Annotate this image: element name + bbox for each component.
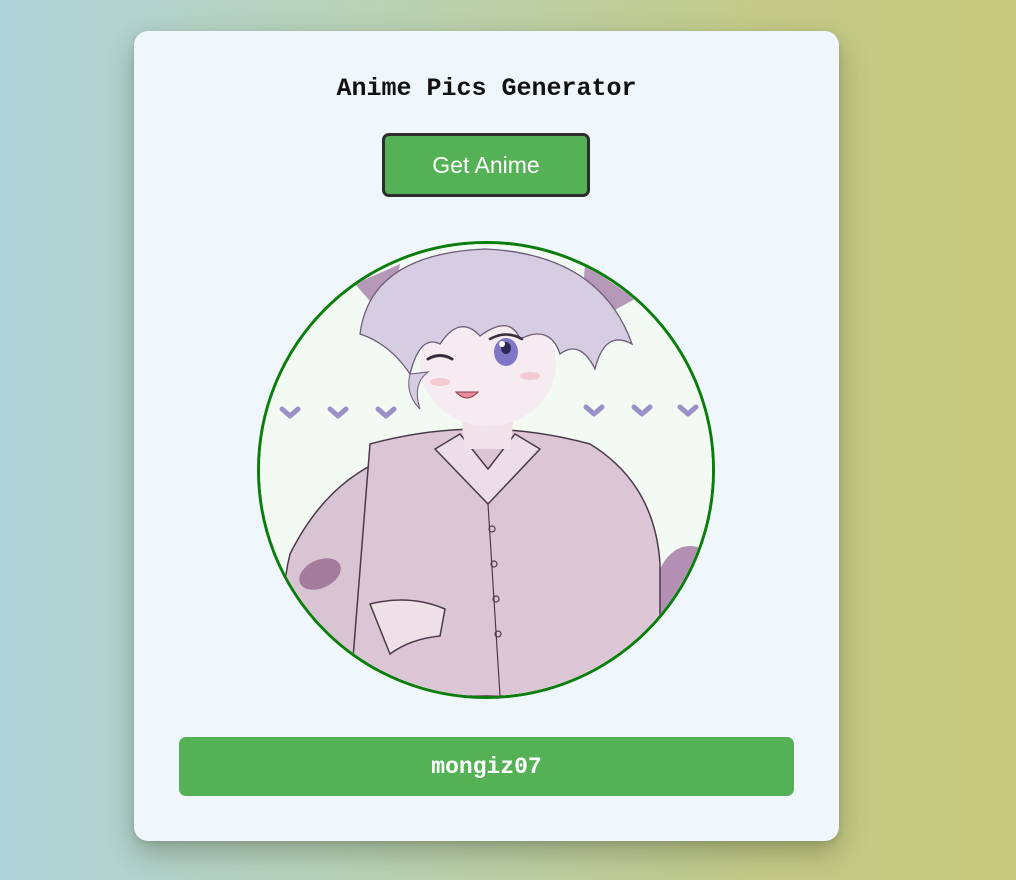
- generator-card: Anime Pics Generator Get Anime mongiz07: [134, 31, 839, 841]
- footer-credit-bar: mongiz07: [179, 737, 794, 796]
- anime-character-illustration: [260, 244, 712, 696]
- get-anime-button[interactable]: Get Anime: [382, 133, 590, 197]
- page-title: Anime Pics Generator: [336, 74, 637, 103]
- footer-username: mongiz07: [431, 753, 542, 780]
- page-background: { "app": { "title": "Anime Pics Generato…: [0, 0, 1016, 880]
- anime-image: [257, 241, 715, 699]
